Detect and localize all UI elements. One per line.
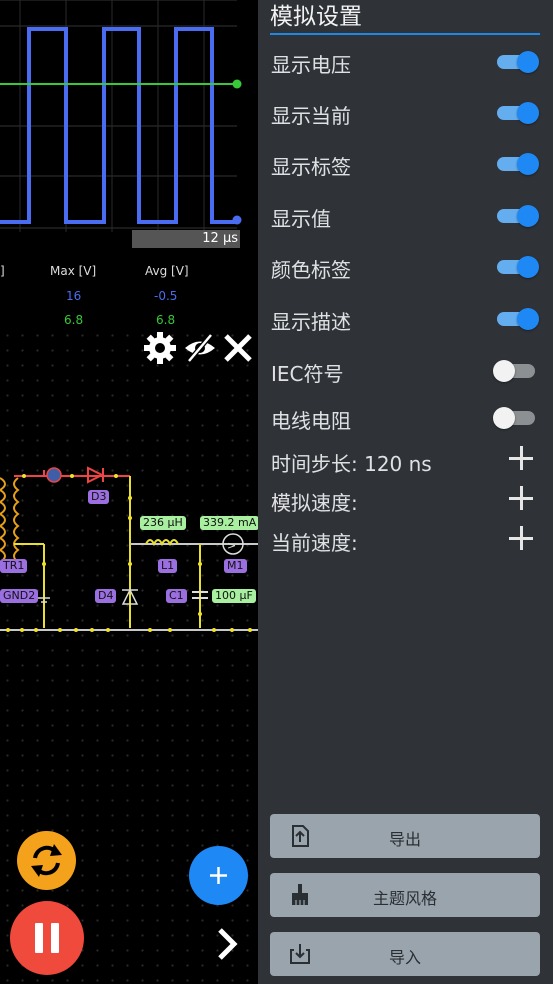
component-label[interactable]: D3 xyxy=(88,490,110,504)
pause-button[interactable] xyxy=(10,901,84,975)
time-scale-label: 12 μs xyxy=(202,231,238,246)
sync-icon xyxy=(31,844,62,877)
toggle-label: 显示值 xyxy=(271,207,331,231)
import-button[interactable]: 导入 xyxy=(270,932,540,976)
time-step-plus-button[interactable] xyxy=(509,446,533,470)
stepper-label: 模拟速度: xyxy=(271,491,358,515)
stepper-row-time-step: 时间步长: 120 ns xyxy=(270,441,553,481)
scope-stats: ] Max [V] Avg [V] 16 -0.5 6.8 6.8 xyxy=(0,250,258,328)
pause-icon xyxy=(35,923,59,953)
oscilloscope[interactable]: 12 μs xyxy=(0,0,258,250)
toggle-label: 显示电压 xyxy=(271,53,351,77)
value-label[interactable]: 339.2 mA xyxy=(200,516,258,530)
wire-resistance-switch[interactable] xyxy=(493,407,537,429)
toggle-label: 显示描述 xyxy=(271,310,351,334)
component-label[interactable]: D4 xyxy=(95,589,117,603)
simulation-settings-panel: 模拟设置 显示电压 显示当前 显示标签 显示值 颜色标签 显示描述 IEC符号 … xyxy=(258,0,553,984)
toggle-label: IEC符号 xyxy=(271,362,344,386)
stat-avg-current: 6.8 xyxy=(156,313,176,327)
gear-icon[interactable] xyxy=(143,331,177,365)
iec-symbols-switch[interactable] xyxy=(493,360,537,382)
add-button[interactable] xyxy=(189,846,248,905)
scope-plot xyxy=(0,0,242,248)
toggle-row-show-values[interactable]: 显示值 xyxy=(270,195,553,235)
theme-button[interactable]: 主题风格 xyxy=(270,873,540,917)
toggle-row-color-labels[interactable]: 颜色标签 xyxy=(270,246,553,286)
component-label[interactable]: C1 xyxy=(166,589,187,603)
toggle-row-show-description[interactable]: 显示描述 xyxy=(270,298,553,338)
stepper-row-current-speed: 当前速度: xyxy=(270,521,553,561)
import-button-label: 导入 xyxy=(388,948,421,967)
component-label[interactable]: TR1 xyxy=(0,559,28,573)
show-current-switch[interactable] xyxy=(497,102,539,124)
toggle-row-iec-symbols[interactable]: IEC符号 xyxy=(270,350,553,390)
toggle-row-show-voltage[interactable]: 显示电压 xyxy=(270,41,553,81)
toggle-row-wire-resistance[interactable]: 电线电阻 xyxy=(270,397,553,437)
sim-speed-plus-button[interactable] xyxy=(509,486,533,510)
stat-max-voltage: 16 xyxy=(66,289,82,303)
close-icon[interactable] xyxy=(222,332,254,364)
reset-button[interactable] xyxy=(17,831,76,890)
show-values-switch[interactable] xyxy=(497,205,539,227)
simulator-area: 12 μs ] Max [V] Avg [V] 16 -0.5 6.8 6.8 xyxy=(0,0,258,984)
toggle-label: 显示当前 xyxy=(271,104,351,128)
toggle-row-show-current[interactable]: 显示当前 xyxy=(270,92,553,132)
stepper-label: 时间步长: 120 ns xyxy=(271,452,432,476)
export-button-label: 导出 xyxy=(388,830,421,849)
stat-header: Avg [V] xyxy=(145,264,189,278)
stat-max-current: 6.8 xyxy=(64,313,84,327)
show-voltage-switch[interactable] xyxy=(497,51,539,73)
current-speed-plus-button[interactable] xyxy=(509,526,533,550)
toggle-label: 显示标签 xyxy=(271,155,351,179)
toggle-label: 颜色标签 xyxy=(271,258,351,282)
plus-icon xyxy=(210,867,227,884)
stepper-label: 当前速度: xyxy=(271,531,358,555)
stat-header: ] xyxy=(0,264,5,278)
component-label[interactable]: M1 xyxy=(224,559,247,573)
show-labels-switch[interactable] xyxy=(497,153,539,175)
eye-off-icon[interactable] xyxy=(183,333,217,363)
color-labels-switch[interactable] xyxy=(497,256,539,278)
stat-header: Max [V] xyxy=(50,264,97,278)
chevron-right-icon[interactable] xyxy=(212,926,242,962)
value-label[interactable]: 100 μF xyxy=(212,589,256,603)
export-button[interactable]: 导出 xyxy=(270,814,540,858)
panel-title: 模拟设置 xyxy=(270,2,540,35)
value-label[interactable]: 236 μH xyxy=(140,516,186,530)
toggle-row-show-labels[interactable]: 显示标签 xyxy=(270,143,553,183)
component-label[interactable]: GND2 xyxy=(0,589,39,603)
component-label[interactable]: L1 xyxy=(158,559,178,573)
svg-text:>: > xyxy=(227,539,236,552)
stat-avg-voltage: -0.5 xyxy=(154,289,178,303)
toggle-label: 电线电阻 xyxy=(271,409,351,433)
show-description-switch[interactable] xyxy=(497,308,539,330)
theme-button-label: 主题风格 xyxy=(372,889,437,908)
stepper-row-sim-speed: 模拟速度: xyxy=(270,481,553,521)
